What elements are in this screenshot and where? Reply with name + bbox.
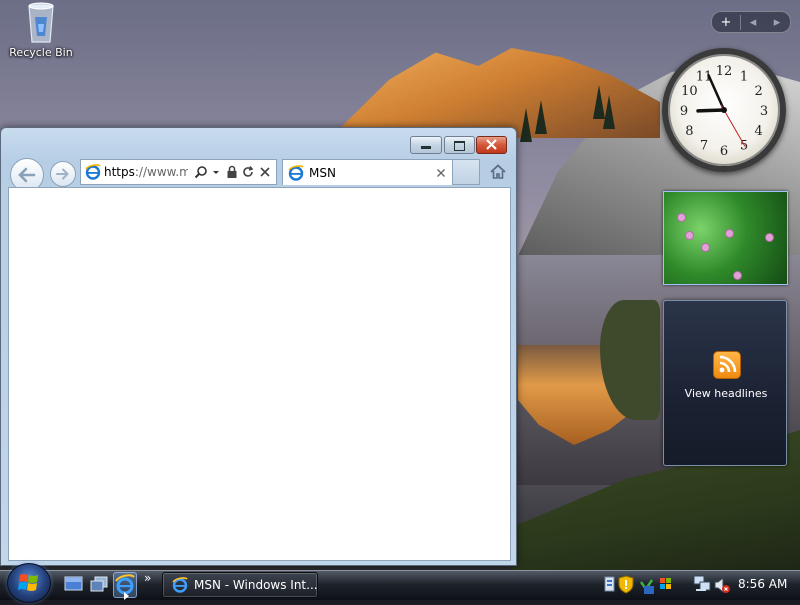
pine-tree (535, 100, 547, 134)
clock-numeral: 2 (754, 84, 762, 99)
taskbar-button-title: MSN - Windows Int... (194, 578, 318, 592)
forward-arrow-icon (56, 168, 69, 180)
rss-icon (713, 351, 741, 379)
address-bar[interactable]: https://www.m... (80, 159, 277, 185)
feed-headlines-gadget[interactable]: View headlines (663, 300, 787, 466)
clock-numeral: 8 (685, 124, 693, 139)
ie-page-icon (85, 164, 101, 180)
close-button[interactable] (476, 136, 507, 154)
recycle-bin-label: Recycle Bin (9, 46, 73, 59)
windows-logo-icon (18, 574, 38, 591)
show-desktop-button[interactable] (64, 575, 84, 595)
home-icon[interactable] (489, 163, 507, 181)
ie-tab-icon (288, 164, 304, 181)
taskbar-button-msn[interactable]: MSN - Windows Int... (162, 572, 318, 598)
recycle-bin-icon (26, 2, 56, 43)
next-gadget-button[interactable]: ▸ (765, 15, 789, 30)
view-headlines-link[interactable]: View headlines (664, 387, 788, 400)
new-tab-button[interactable] (453, 159, 480, 185)
pine-tree (520, 108, 532, 142)
start-button[interactable] (7, 563, 51, 603)
flower (766, 234, 773, 241)
refresh-icon[interactable] (241, 165, 255, 179)
clock-face: 12 1234567891011 (680, 64, 768, 159)
flower (734, 272, 741, 279)
minimize-button[interactable] (410, 136, 442, 154)
prev-gadget-button[interactable]: ◂ (741, 15, 765, 30)
clock-numeral: 1 (740, 69, 748, 84)
clock-numeral: 3 (760, 104, 768, 119)
ie-taskbar-icon (172, 577, 188, 593)
maximize-button[interactable] (444, 136, 475, 154)
clock-numeral: 9 (680, 104, 688, 119)
clock-numeral: 10 (681, 84, 698, 99)
mouse-cursor (124, 592, 129, 600)
url-rest: ://www.m... (134, 165, 188, 179)
add-gadget-button[interactable]: + (712, 14, 741, 30)
page-content-area[interactable] (8, 187, 511, 561)
lock-icon[interactable] (226, 165, 238, 179)
pine-tree (603, 95, 615, 129)
forward-button[interactable] (50, 161, 76, 187)
clock-numeral: 12 (716, 64, 733, 79)
clock-numeral: 4 (754, 124, 762, 139)
security-shield-icon (618, 575, 634, 594)
tab-msn[interactable]: MSN (282, 159, 453, 185)
volume-muted-icon (714, 576, 730, 594)
address-url[interactable]: https://www.m... (104, 165, 188, 179)
network-icon (693, 575, 711, 591)
flower (678, 214, 685, 221)
recycle-bin-shortcut[interactable]: Recycle Bin (6, 2, 76, 59)
browser-window[interactable]: https://www.m... MSN (0, 127, 517, 566)
update-icon (639, 579, 654, 594)
taskbar-clock[interactable]: 8:56 AM (738, 577, 787, 591)
windows-flag-icon (660, 578, 671, 589)
sidebar-tray-icon (604, 576, 615, 592)
clock-numeral: 6 (720, 144, 728, 159)
close-icon (486, 139, 497, 150)
close-tab-icon[interactable] (436, 168, 446, 178)
clock-numeral: 5 (740, 139, 748, 154)
slideshow-gadget[interactable] (663, 191, 788, 285)
tab-title: MSN (309, 165, 336, 180)
clock-gadget[interactable]: 12 1 2 3 4 5 6 7 8 9 10 11 (662, 48, 786, 172)
maximize-icon (454, 141, 465, 151)
dropdown-arrow-icon[interactable] (211, 167, 221, 177)
switch-windows-button[interactable] (89, 575, 109, 595)
flower (686, 232, 693, 239)
show-desktop-icon (64, 576, 83, 591)
flower (726, 230, 733, 237)
switch-windows-icon (90, 576, 108, 592)
search-icon[interactable] (194, 165, 208, 179)
stop-icon[interactable] (259, 166, 271, 178)
minimize-icon (421, 146, 431, 149)
flower (702, 244, 709, 251)
clock-numeral: 7 (700, 139, 708, 154)
sidebar-controls: + ◂ ▸ (711, 11, 791, 33)
url-scheme: https (104, 165, 135, 179)
quick-launch-overflow[interactable]: » (144, 571, 151, 585)
